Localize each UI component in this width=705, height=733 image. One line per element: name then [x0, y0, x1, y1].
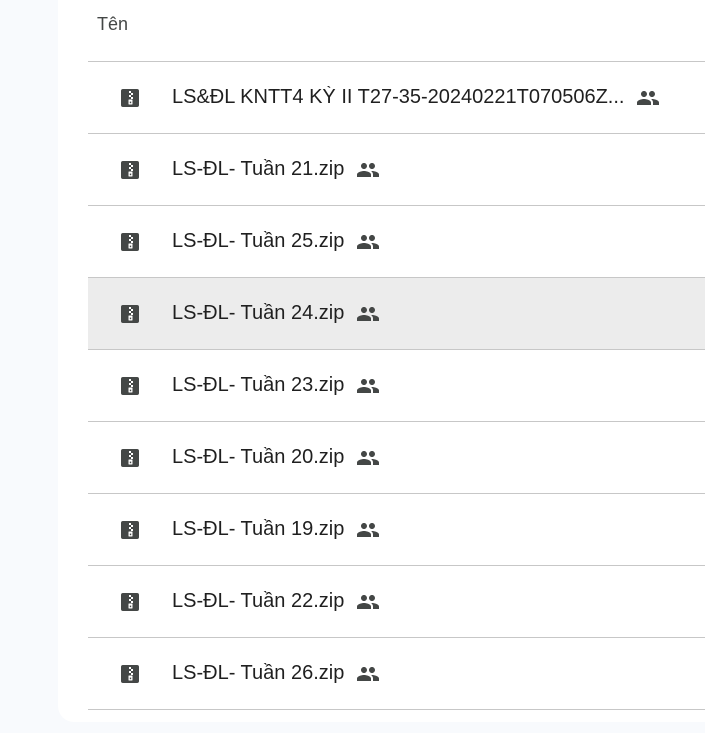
file-row[interactable]: LS-ĐL- Tuần 19.zip — [88, 494, 705, 566]
file-name: LS-ĐL- Tuần 19.zip — [172, 518, 345, 540]
zip-file-icon — [121, 232, 139, 251]
zip-file-icon — [121, 160, 139, 179]
zip-file-icon — [121, 664, 139, 683]
file-name-cell: LS-ĐL- Tuần 19.zip — [172, 494, 705, 565]
file-row[interactable]: LS-ĐL- Tuần 20.zip — [88, 422, 705, 494]
file-name: LS&ĐL KNTT4 KỲ II T27-35-20240221T070506… — [172, 86, 625, 108]
people-icon — [357, 378, 380, 393]
zip-file-icon — [121, 448, 139, 467]
file-name: LS-ĐL- Tuần 21.zip — [172, 158, 345, 180]
file-name-cell: LS-ĐL- Tuần 20.zip — [172, 422, 705, 493]
zip-file-icon — [121, 592, 139, 611]
people-icon — [357, 234, 380, 249]
people-icon — [357, 594, 380, 609]
file-row[interactable]: LS-ĐL- Tuần 23.zip — [88, 350, 705, 422]
people-icon — [637, 90, 660, 105]
file-name-cell: LS-ĐL- Tuần 22.zip — [172, 566, 705, 637]
file-name: LS-ĐL- Tuần 22.zip — [172, 590, 345, 612]
zip-file-icon — [121, 304, 139, 323]
file-name-cell: LS-ĐL- Tuần 26.zip — [172, 638, 705, 709]
file-name: LS-ĐL- Tuần 20.zip — [172, 446, 345, 468]
people-icon — [357, 522, 380, 537]
file-row[interactable]: LS-ĐL- Tuần 21.zip — [88, 134, 705, 206]
file-name-cell: LS-ĐL- Tuần 24.zip — [172, 278, 705, 349]
file-name: LS-ĐL- Tuần 26.zip — [172, 662, 345, 684]
file-row[interactable]: LS-ĐL- Tuần 22.zip — [88, 566, 705, 638]
name-column-header[interactable]: Tên — [97, 14, 128, 35]
file-name-cell: LS-ĐL- Tuần 21.zip — [172, 134, 705, 205]
file-name: LS-ĐL- Tuần 23.zip — [172, 374, 345, 396]
zip-file-icon — [121, 520, 139, 539]
people-icon — [357, 666, 380, 681]
file-row[interactable]: LS&ĐL KNTT4 KỲ II T27-35-20240221T070506… — [88, 62, 705, 134]
file-name: LS-ĐL- Tuần 25.zip — [172, 230, 345, 252]
file-name-cell: LS&ĐL KNTT4 KỲ II T27-35-20240221T070506… — [172, 62, 705, 133]
file-list: Tên LS&ĐL KNTT4 KỲ II T27-35-20240221T07… — [88, 0, 705, 710]
file-row[interactable]: LS-ĐL- Tuần 25.zip — [88, 206, 705, 278]
file-name-cell: LS-ĐL- Tuần 25.zip — [172, 206, 705, 277]
people-icon — [357, 450, 380, 465]
zip-file-icon — [121, 88, 139, 107]
people-icon — [357, 306, 380, 321]
file-name-cell: LS-ĐL- Tuần 23.zip — [172, 350, 705, 421]
file-name: LS-ĐL- Tuần 24.zip — [172, 302, 345, 324]
file-list-header: Tên — [88, 0, 705, 62]
file-row-selected[interactable]: LS-ĐL- Tuần 24.zip — [88, 278, 705, 350]
people-icon — [357, 162, 380, 177]
zip-file-icon — [121, 376, 139, 395]
file-rows: LS&ĐL KNTT4 KỲ II T27-35-20240221T070506… — [88, 62, 705, 710]
file-row[interactable]: LS-ĐL- Tuần 26.zip — [88, 638, 705, 710]
